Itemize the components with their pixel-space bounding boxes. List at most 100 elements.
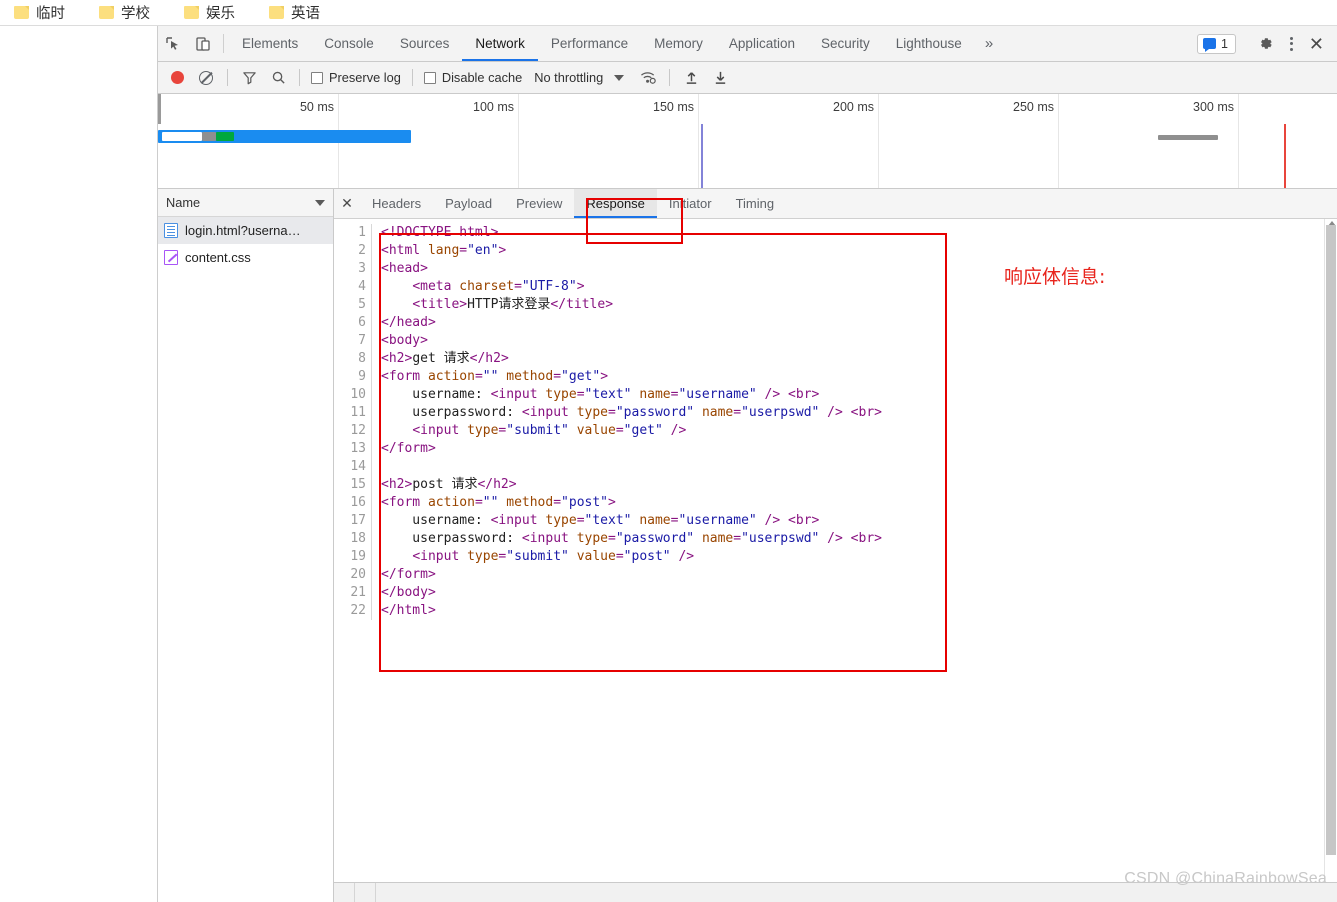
tab-preview[interactable]: Preview	[504, 189, 574, 218]
code-line: username: <input type="text" name="usern…	[381, 513, 820, 528]
network-body: Name login.html?userna… content.css ✕ He…	[158, 189, 1337, 902]
bookmark-item-1[interactable]: 学校	[99, 2, 150, 23]
tab-performance[interactable]: Performance	[538, 26, 641, 61]
tab-payload[interactable]: Payload	[433, 189, 504, 218]
overview-tick-label: 50 ms	[299, 100, 334, 114]
import-har-icon[interactable]	[678, 65, 704, 91]
bookmark-item-3[interactable]: 英语	[269, 2, 320, 23]
search-icon[interactable]	[265, 65, 291, 91]
sort-caret-icon[interactable]	[315, 199, 325, 206]
inspect-element-icon[interactable]	[158, 26, 188, 61]
more-tabs-label: »	[984, 35, 994, 52]
tab-application[interactable]: Application	[716, 26, 808, 61]
code-line: </form>	[381, 567, 436, 582]
tab-label: Elements	[242, 36, 299, 51]
tab-response[interactable]: Response	[574, 189, 657, 218]
line-number: 12	[350, 423, 366, 438]
tab-headers[interactable]: Headers	[360, 189, 433, 218]
close-detail-icon[interactable]: ✕	[334, 189, 360, 218]
close-icon[interactable]: ✕	[1302, 35, 1331, 53]
tab-timing[interactable]: Timing	[724, 189, 787, 218]
response-code-table: 1 2 3 4 5 6 7 8 9 10 11 12 13 14 15 16 17 18 19 20 21 22 <!DO…	[334, 219, 1337, 620]
code-line: </html>	[381, 603, 436, 618]
overview-left-handle[interactable]	[158, 94, 161, 124]
tab-initiator[interactable]: Initiator	[657, 189, 724, 218]
line-number: 3	[358, 261, 366, 276]
web-page-viewport	[0, 26, 157, 902]
code-line: <body>	[381, 333, 428, 348]
overview-tick-line	[698, 94, 699, 188]
tab-label: Security	[820, 36, 870, 51]
checkbox-box	[423, 71, 436, 84]
code-line: <!DOCTYPE html>	[381, 225, 499, 240]
line-number: 7	[358, 333, 366, 348]
line-number: 4	[358, 279, 366, 294]
tab-sources[interactable]: Sources	[387, 26, 463, 61]
more-options-icon[interactable]	[1283, 36, 1300, 51]
network-conditions-icon[interactable]	[635, 65, 661, 91]
overview-tick-label: 250 ms	[1013, 100, 1054, 114]
code-line: <title>HTTP请求登录</title>	[412, 297, 614, 312]
code-line: </body>	[381, 585, 436, 600]
tab-label: Sources	[399, 36, 450, 51]
line-number: 1	[358, 225, 366, 240]
code-line: <head>	[381, 261, 428, 276]
record-icon[interactable]	[164, 65, 190, 91]
tab-security[interactable]: Security	[808, 26, 883, 61]
devtools-tab-list: Elements Console Sources Network Perform…	[229, 26, 1197, 61]
chevron-down-icon[interactable]	[614, 74, 625, 81]
response-scrollbar[interactable]	[1324, 219, 1337, 882]
tab-console[interactable]: Console	[311, 26, 387, 61]
bookmark-item-2[interactable]: 娱乐	[184, 2, 235, 23]
throttling-select[interactable]: No throttling	[534, 70, 603, 85]
checkbox-box	[311, 71, 323, 84]
tab-elements[interactable]: Elements	[229, 26, 311, 61]
tab-network[interactable]: Network	[462, 26, 538, 61]
response-body-viewer[interactable]: 1 2 3 4 5 6 7 8 9 10 11 12 13 14 15 16 17 18 19 20 21 22 <!DO…	[334, 219, 1337, 882]
request-row-content-css[interactable]: content.css	[158, 244, 333, 271]
scrollbar-thumb[interactable]	[1326, 225, 1336, 855]
tab-label: Console	[324, 36, 374, 51]
toolbar-divider	[223, 34, 224, 53]
filter-icon[interactable]	[236, 65, 262, 91]
code-line: <h2>post 请求</h2>	[381, 477, 517, 492]
disable-cache-checkbox[interactable]: Disable cache	[421, 70, 525, 85]
clear-icon[interactable]	[193, 65, 219, 91]
code-line: userpassword: <input type="password" nam…	[381, 405, 882, 420]
line-number: 14	[350, 459, 366, 474]
tab-label: Response	[586, 196, 645, 211]
code-line: <meta charset="UTF-8">	[412, 279, 585, 294]
line-number: 20	[350, 567, 366, 582]
message-count-badge[interactable]: 1	[1196, 33, 1236, 54]
tab-memory[interactable]: Memory	[641, 26, 716, 61]
bookmark-item-0[interactable]: 临时	[14, 2, 65, 23]
dom-content-loaded-line	[701, 124, 703, 188]
tab-label: Network	[475, 36, 525, 51]
request-row-login-html[interactable]: login.html?userna…	[158, 217, 333, 244]
settings-gear-icon[interactable]	[1251, 35, 1281, 52]
devtools-toolbar-right: 1 ✕	[1196, 26, 1337, 61]
tab-label: Headers	[372, 196, 422, 211]
more-tabs-icon[interactable]: »	[975, 26, 1003, 61]
network-overview-timeline[interactable]: 50 ms 100 ms 150 ms 200 ms 250 ms 300 ms	[158, 94, 1337, 189]
bookmark-label: 学校	[121, 6, 150, 22]
overview-tick-label: 200 ms	[833, 100, 874, 114]
response-code-scroll: 1 2 3 4 5 6 7 8 9 10 11 12 13 14 15 16 17 18 19 20 21 22 <!DO…	[334, 219, 1337, 882]
export-har-icon[interactable]	[707, 65, 733, 91]
toolbar-divider	[299, 69, 300, 86]
code-line: <html lang="en">	[381, 243, 507, 258]
overview-tick-line	[878, 94, 879, 188]
device-toolbar-icon[interactable]	[188, 26, 218, 61]
tab-label: Application	[728, 36, 795, 51]
folder-icon	[14, 6, 29, 19]
overview-tick-line	[1238, 94, 1239, 188]
bookmarks-bar: 临时 学校 娱乐 英语	[0, 0, 1337, 26]
request-list-header[interactable]: Name	[158, 189, 333, 217]
toolbar-divider	[411, 69, 413, 86]
tab-label: Lighthouse	[895, 36, 962, 51]
document-icon	[164, 223, 178, 238]
tab-lighthouse[interactable]: Lighthouse	[883, 26, 975, 61]
tab-label: Timing	[735, 196, 775, 211]
preserve-log-checkbox[interactable]: Preserve log	[308, 70, 404, 85]
